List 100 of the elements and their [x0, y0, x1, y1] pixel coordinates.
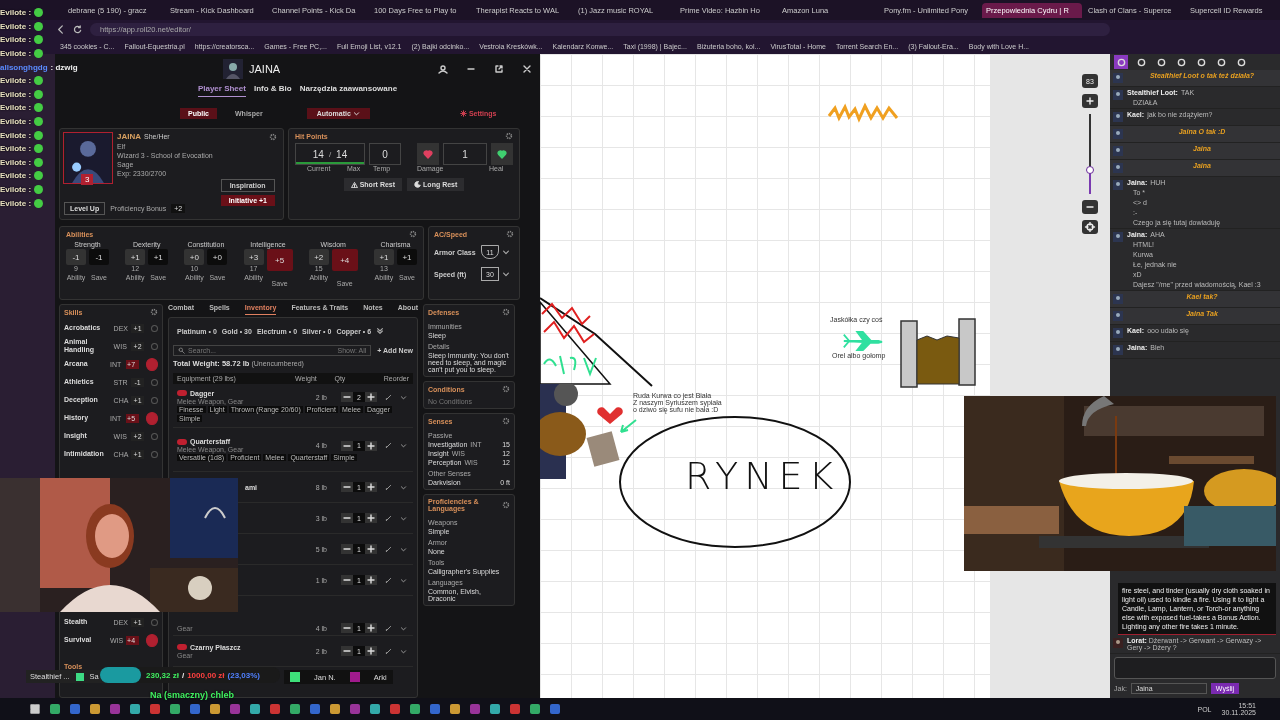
edit-icon[interactable]: [385, 483, 392, 491]
popout-icon[interactable]: [494, 64, 504, 74]
close-icon[interactable]: [522, 64, 532, 74]
settings-icon[interactable]: [505, 132, 513, 140]
settings-icon[interactable]: [409, 230, 417, 238]
decrease-button[interactable]: [341, 440, 353, 451]
increase-button[interactable]: [365, 392, 377, 402]
ability-modifier[interactable]: +2: [308, 249, 329, 265]
decrease-button[interactable]: [341, 544, 353, 554]
chevron-icon[interactable]: [502, 270, 510, 278]
sheet-tab[interactable]: Player Sheet: [197, 84, 246, 97]
increase-button[interactable]: [365, 575, 377, 585]
edit-icon[interactable]: [385, 545, 392, 553]
settings-icon[interactable]: [506, 230, 514, 238]
damage-button[interactable]: [417, 143, 439, 165]
proficiency-dot[interactable]: [145, 633, 158, 647]
increase-button[interactable]: [365, 440, 377, 451]
chat-username: Evilote :: [0, 49, 32, 59]
edit-icon[interactable]: [385, 576, 392, 584]
chat-username: Evilote :: [0, 103, 32, 113]
saving-throw[interactable]: +0: [207, 249, 228, 265]
temp-hp-field[interactable]: 0: [369, 143, 401, 165]
decrease-button[interactable]: [341, 482, 353, 492]
chevron-icon[interactable]: [400, 514, 407, 522]
settings-icon[interactable]: [502, 385, 510, 393]
decrease-button[interactable]: [341, 513, 353, 523]
ability-modifier[interactable]: +3: [243, 249, 264, 265]
proficiency-dot[interactable]: [145, 411, 158, 425]
chevron-icon[interactable]: [502, 248, 510, 256]
edit-icon[interactable]: [385, 393, 392, 401]
character-portrait: [63, 132, 113, 184]
user-avatar: [1113, 179, 1123, 191]
settings-icon[interactable]: [269, 133, 277, 141]
increase-button[interactable]: [365, 544, 377, 554]
saving-throw[interactable]: -1: [89, 249, 109, 265]
equip-toggle[interactable]: [177, 644, 187, 650]
settings-icon[interactable]: [502, 417, 510, 425]
increase-button[interactable]: [365, 646, 377, 656]
start-icon[interactable]: [30, 704, 40, 714]
sheet-tab[interactable]: Narzędzia zaawansowane: [299, 84, 398, 96]
edit-icon[interactable]: [385, 442, 392, 449]
increase-button[interactable]: [365, 513, 377, 523]
chevron-icon[interactable]: [400, 442, 407, 449]
edit-icon[interactable]: [385, 647, 392, 655]
user-avatar: [1113, 231, 1123, 243]
hp-amount-field[interactable]: 1: [443, 143, 487, 165]
zoom-out-button[interactable]: [1082, 200, 1098, 214]
saving-throw[interactable]: +1: [396, 249, 417, 265]
zoom-in-button[interactable]: [1082, 94, 1098, 108]
chat-username: Evilote :: [0, 89, 32, 99]
user-avatar: [1113, 89, 1123, 101]
chevron-icon[interactable]: [400, 647, 407, 655]
market-label: RYNEK: [685, 454, 840, 498]
ability-modifier[interactable]: +0: [184, 249, 205, 265]
chat-input[interactable]: [1114, 657, 1276, 679]
caret-icon: [352, 109, 360, 117]
sheet-tab[interactable]: Info & Bio: [253, 84, 292, 96]
edit-icon[interactable]: [385, 514, 392, 522]
settings-icon[interactable]: [502, 501, 510, 509]
chat-username: Evilote :: [0, 117, 32, 127]
ability-modifier[interactable]: +1: [373, 249, 394, 265]
heal-button[interactable]: [491, 143, 513, 165]
settings-icon[interactable]: [502, 308, 510, 316]
expand-icon[interactable]: [376, 327, 385, 335]
user-avatar: [1113, 72, 1123, 84]
edit-icon[interactable]: [385, 624, 392, 632]
chat-username: Evilote :: [0, 157, 32, 167]
chevron-icon[interactable]: [400, 483, 407, 491]
back-icon[interactable]: [56, 24, 65, 34]
recenter-button[interactable]: [1082, 220, 1098, 234]
saving-throw[interactable]: +5: [266, 249, 293, 271]
player-icon[interactable]: [438, 64, 448, 74]
user-avatar: [1113, 293, 1123, 305]
chevron-icon[interactable]: [400, 545, 407, 553]
decrease-button[interactable]: [341, 392, 353, 402]
hp-current-box[interactable]: 14 / 14: [295, 143, 365, 165]
decrease-button[interactable]: [341, 575, 353, 585]
chat-username: Evilote :: [0, 144, 32, 154]
saving-throw[interactable]: +1: [148, 249, 169, 265]
chevron-icon[interactable]: [400, 624, 407, 632]
increase-button[interactable]: [365, 482, 377, 492]
chat-username: allsonghgdg: [0, 62, 48, 72]
equip-toggle[interactable]: [177, 390, 187, 396]
increase-button[interactable]: [365, 623, 377, 633]
sidebar-tab-icon[interactable]: [1114, 55, 1128, 69]
reload-icon[interactable]: [73, 24, 82, 34]
decrease-button[interactable]: [341, 646, 353, 656]
avatar-icon: [223, 59, 243, 79]
chevron-icon[interactable]: [400, 393, 407, 401]
bird-drawing: [840, 331, 884, 351]
chat-message: : dzwig: [50, 62, 78, 72]
decrease-button[interactable]: [341, 623, 353, 633]
chevron-icon[interactable]: [400, 576, 407, 584]
ability-modifier[interactable]: +1: [125, 249, 146, 265]
ability-modifier[interactable]: -1: [66, 249, 86, 265]
proficiency-dot[interactable]: [145, 357, 158, 371]
settings-icon: [459, 109, 467, 117]
equip-toggle[interactable]: [177, 438, 187, 445]
settings-icon[interactable]: [150, 308, 158, 316]
saving-throw[interactable]: +4: [331, 249, 358, 271]
